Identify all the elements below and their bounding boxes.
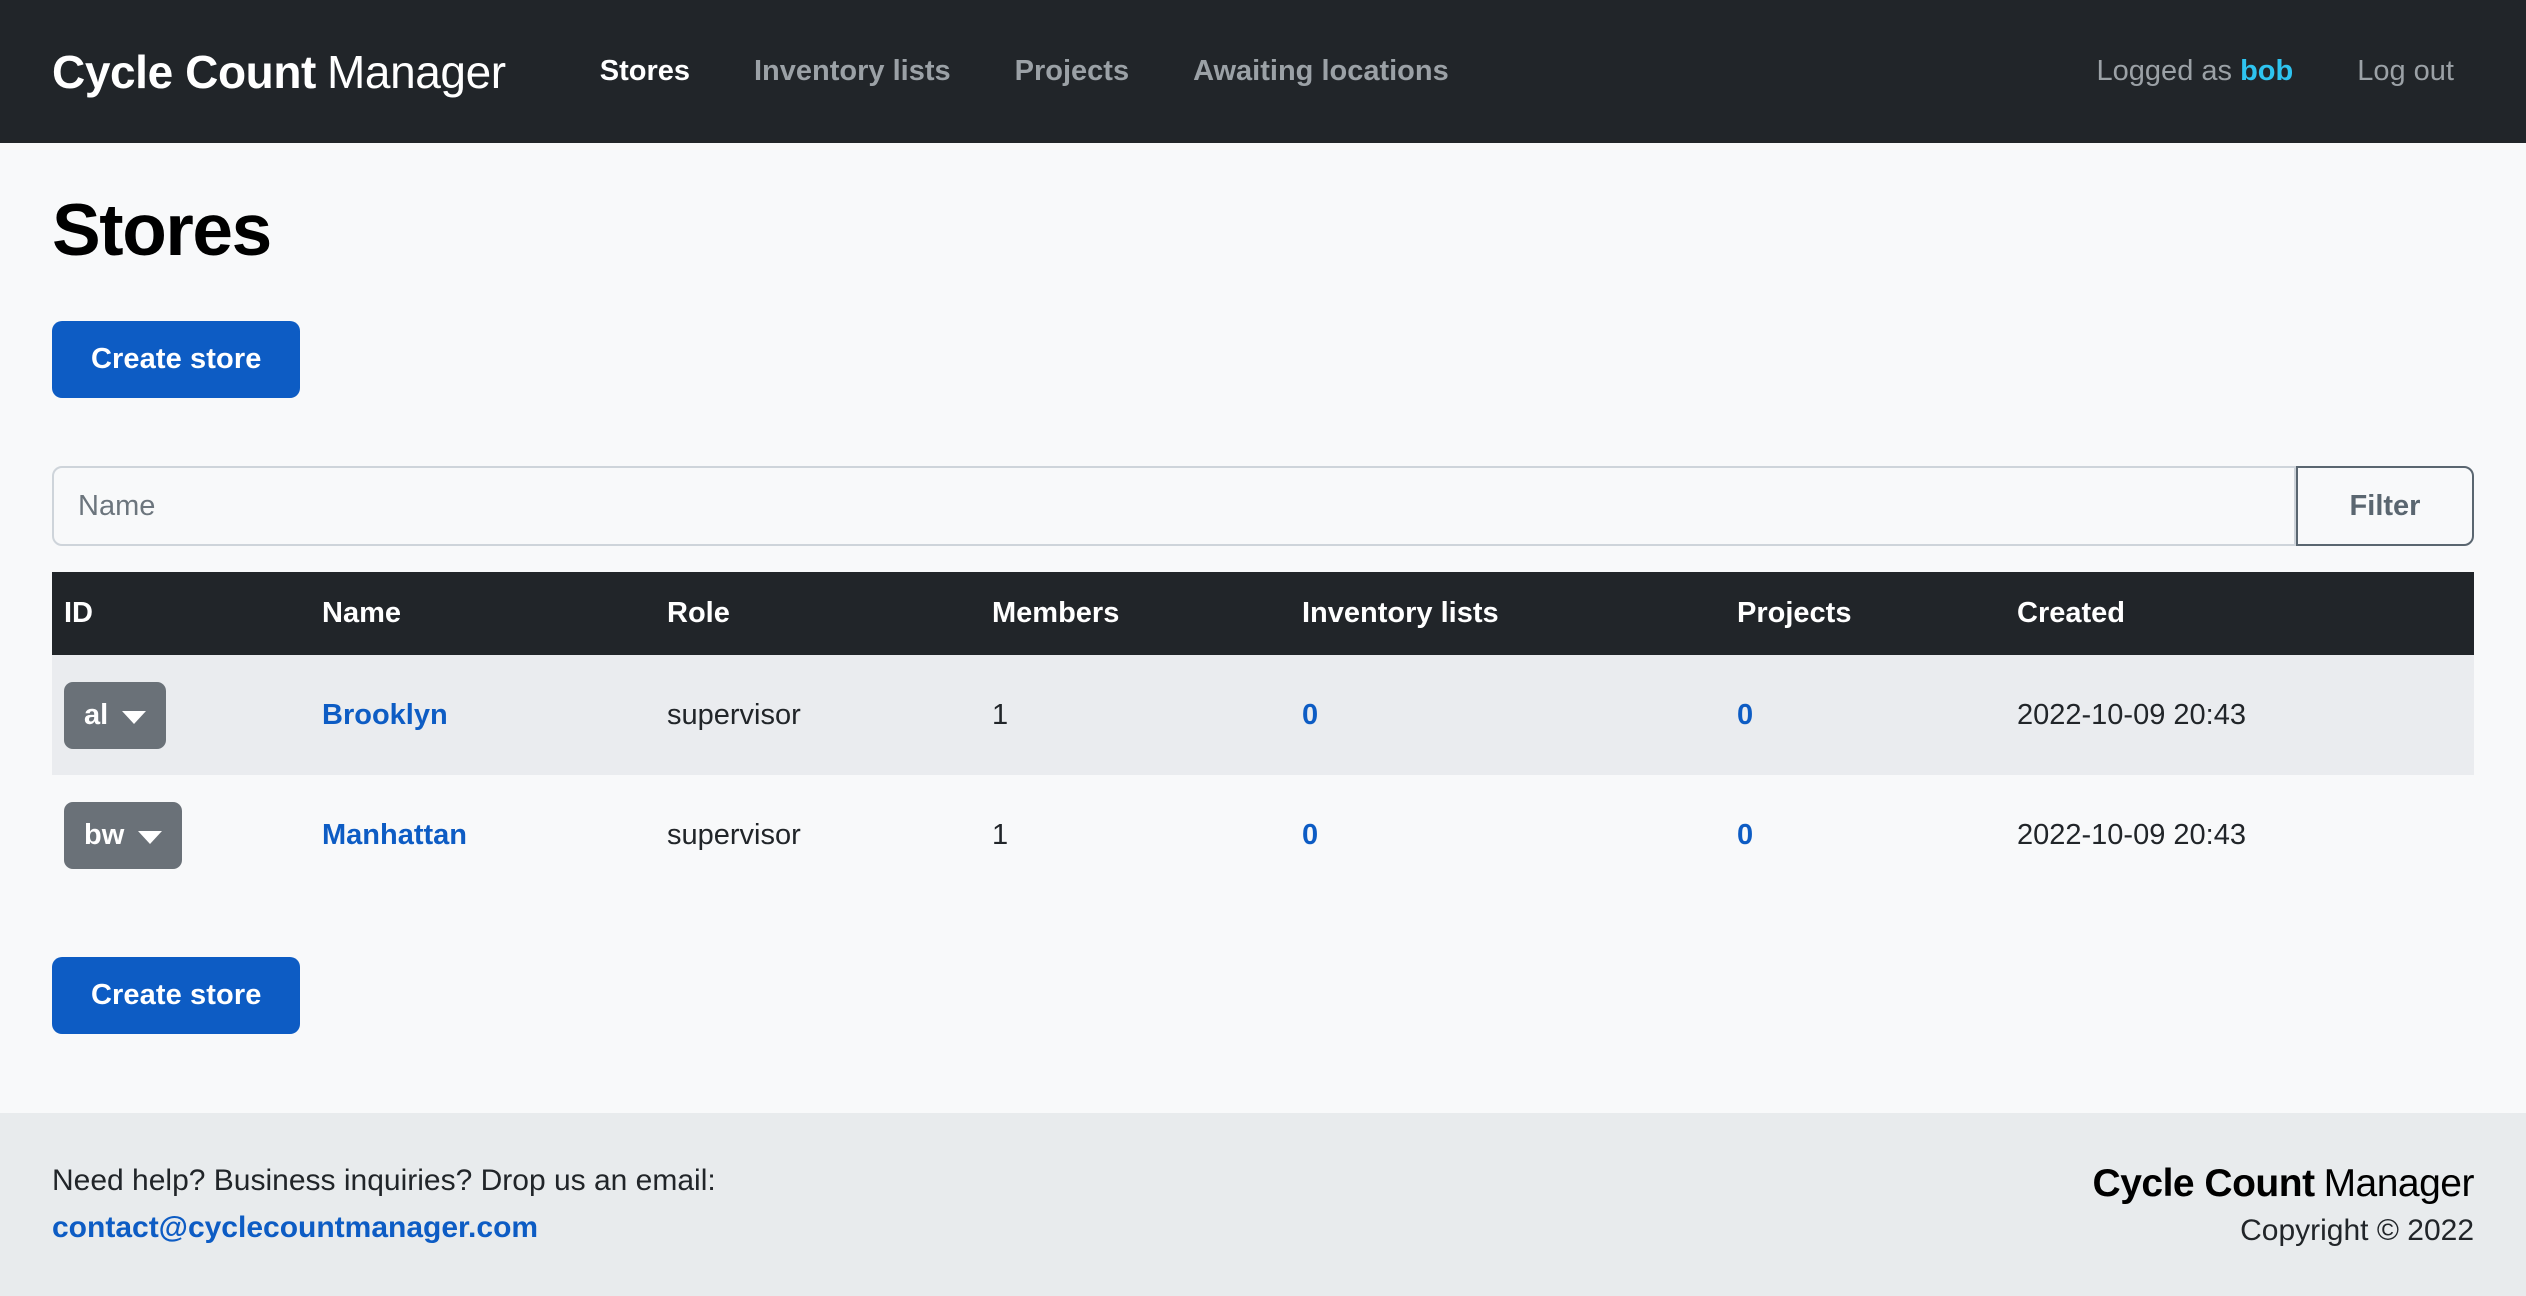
inventory-lists-count-link[interactable]: 0: [1302, 819, 1318, 851]
cell-id: al: [52, 655, 322, 776]
footer-email-link[interactable]: contact@cyclecountmanager.com: [52, 1211, 716, 1245]
cell-members: 1: [992, 775, 1302, 896]
nav-right-group: Logged as bob Log out: [2065, 55, 2474, 88]
stores-table-body: al Brooklyn supervisor 1 0 0 2022-10-09 …: [52, 655, 2474, 896]
store-actions-dropdown[interactable]: al: [64, 681, 167, 749]
cell-created: 2022-10-09 20:43: [2017, 775, 2474, 896]
cell-id: bw: [52, 775, 322, 896]
page-footer: Need help? Business inquiries? Drop us a…: [0, 1113, 2526, 1296]
brand-strong-text: Cycle Count: [52, 45, 316, 98]
logged-as-prefix: Logged as: [2096, 55, 2233, 87]
store-id-label: al: [84, 698, 109, 731]
table-row: bw Manhattan supervisor 1 0 0 2022-10-09…: [52, 775, 2474, 896]
chevron-down-icon: [122, 710, 147, 724]
footer-right-group: Cycle Count Manager Copyright © 2022: [2092, 1161, 2475, 1248]
footer-brand-strong-text: Cycle Count: [2092, 1161, 2316, 1205]
store-name-link[interactable]: Brooklyn: [322, 699, 448, 731]
top-navbar: Cycle Count Manager Stores Inventory lis…: [0, 0, 2526, 143]
cell-created: 2022-10-09 20:43: [2017, 655, 2474, 776]
cell-role: supervisor: [667, 655, 992, 776]
name-filter-input[interactable]: [52, 466, 2296, 547]
header-created: Created: [2017, 572, 2474, 656]
logout-link[interactable]: Log out: [2325, 55, 2474, 88]
header-role: Role: [667, 572, 992, 656]
cell-projects: 0: [1737, 775, 2017, 896]
nav-item-projects[interactable]: Projects: [983, 55, 1161, 88]
header-inventory-lists: Inventory lists: [1302, 572, 1737, 656]
stores-table: ID Name Role Members Inventory lists Pro…: [52, 572, 2474, 896]
footer-brand-light-text: Manager: [2323, 1161, 2475, 1205]
cell-inventory-lists: 0: [1302, 775, 1737, 896]
cell-inventory-lists: 0: [1302, 655, 1737, 776]
projects-count-link[interactable]: 0: [1737, 819, 1753, 851]
cell-projects: 0: [1737, 655, 2017, 776]
cell-role: supervisor: [667, 775, 992, 896]
stores-table-head: ID Name Role Members Inventory lists Pro…: [52, 572, 2474, 656]
header-id: ID: [52, 572, 322, 656]
page-title: Stores: [52, 190, 272, 271]
app-page: Cycle Count Manager Stores Inventory lis…: [0, 0, 2526, 1296]
table-row: al Brooklyn supervisor 1 0 0 2022-10-09 …: [52, 655, 2474, 776]
header-projects: Projects: [1737, 572, 2017, 656]
footer-left-group: Need help? Business inquiries? Drop us a…: [52, 1164, 716, 1245]
inventory-lists-count-link[interactable]: 0: [1302, 699, 1318, 731]
brand-light-text: Manager: [326, 45, 506, 98]
store-name-link[interactable]: Manhattan: [322, 819, 467, 851]
filter-bar: Filter: [52, 466, 2474, 547]
nav-item-inventory-lists[interactable]: Inventory lists: [722, 55, 983, 88]
footer-brand-logo: Cycle Count Manager: [2092, 1161, 2475, 1206]
nav-links: Stores Inventory lists Projects Awaiting…: [568, 55, 2065, 88]
store-id-label: bw: [84, 818, 125, 851]
create-store-button-top[interactable]: Create store: [52, 321, 301, 399]
chevron-down-icon: [138, 830, 163, 844]
create-store-button-bottom[interactable]: Create store: [52, 957, 301, 1035]
projects-count-link[interactable]: 0: [1737, 699, 1753, 731]
current-username: bob: [2240, 55, 2294, 87]
header-members: Members: [992, 572, 1302, 656]
main-content: Stores Create store Filter ID Name Role …: [0, 143, 2526, 1113]
cell-name: Brooklyn: [322, 655, 667, 776]
logged-as-label[interactable]: Logged as bob: [2065, 55, 2326, 88]
footer-help-text: Need help? Business inquiries? Drop us a…: [52, 1164, 716, 1197]
header-name: Name: [322, 572, 667, 656]
table-header-row: ID Name Role Members Inventory lists Pro…: [52, 572, 2474, 656]
brand-logo[interactable]: Cycle Count Manager: [52, 45, 506, 99]
cell-members: 1: [992, 655, 1302, 776]
cell-name: Manhattan: [322, 775, 667, 896]
nav-item-stores[interactable]: Stores: [568, 55, 722, 88]
filter-button[interactable]: Filter: [2296, 466, 2474, 547]
store-actions-dropdown[interactable]: bw: [64, 801, 183, 869]
footer-copyright: Copyright © 2022: [2240, 1213, 2474, 1247]
nav-item-awaiting-locations[interactable]: Awaiting locations: [1161, 55, 1481, 88]
